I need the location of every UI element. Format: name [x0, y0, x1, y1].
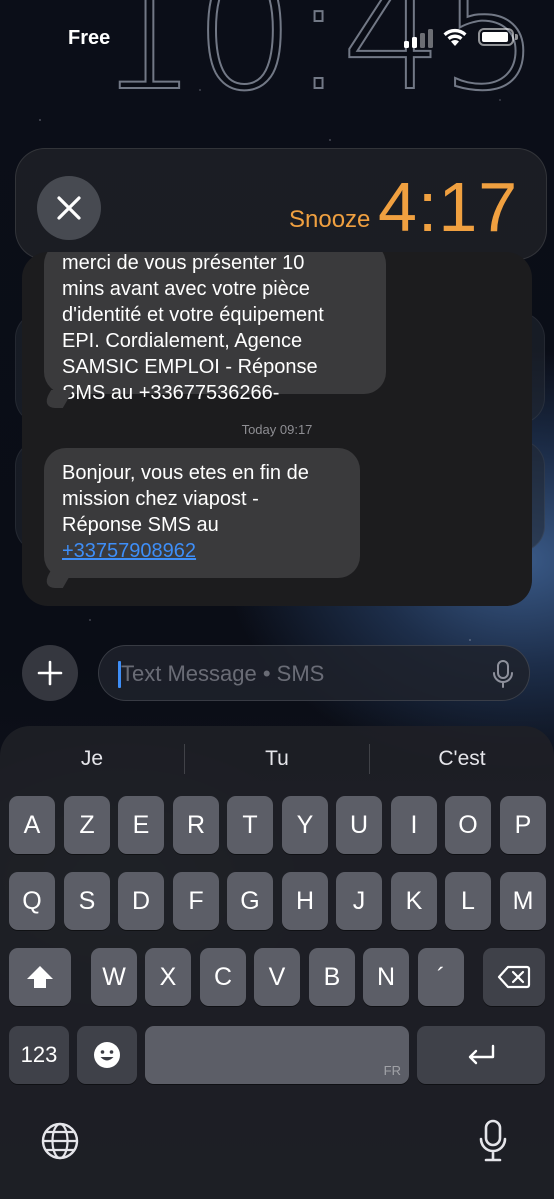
delete-key[interactable] — [483, 948, 545, 1006]
key[interactable]: P — [500, 796, 546, 854]
dictation-mic-icon[interactable] — [478, 1119, 508, 1163]
timer-countdown: 4:17 — [378, 168, 519, 246]
key[interactable]: M — [500, 872, 546, 930]
key[interactable]: X — [145, 948, 191, 1006]
emoji-key[interactable] — [77, 1026, 137, 1084]
message-line: SAMSIC EMPLOI - Réponse — [62, 356, 318, 378]
numbers-key[interactable]: 123 — [9, 1026, 69, 1084]
return-key[interactable] — [417, 1026, 545, 1084]
bubble-tail — [40, 570, 74, 588]
message-input[interactable]: Text Message • SMS — [98, 645, 530, 701]
suggestion-item[interactable]: Tu — [185, 742, 369, 776]
key[interactable]: A — [9, 796, 55, 854]
close-icon — [57, 196, 81, 220]
message-input-placeholder: Text Message • SMS — [121, 661, 325, 686]
delete-icon — [497, 965, 531, 989]
suggestion-item[interactable]: Je — [0, 742, 184, 776]
message-line: SMS au +33677536266- — [62, 382, 280, 404]
key[interactable]: U — [336, 796, 382, 854]
globe-icon[interactable] — [40, 1121, 80, 1161]
space-key[interactable]: FR — [145, 1026, 409, 1084]
message-line: Bonjour, vous etes en fin de — [62, 462, 309, 484]
message-bubble[interactable]: merci de vous présenter 10 mins avant av… — [44, 252, 386, 404]
key[interactable]: J — [336, 872, 382, 930]
key[interactable]: G — [227, 872, 273, 930]
shift-icon — [27, 966, 53, 988]
key[interactable]: R — [173, 796, 219, 854]
key[interactable]: K — [391, 872, 437, 930]
key[interactable]: ´ — [418, 948, 464, 1006]
return-icon — [468, 1044, 495, 1065]
add-attachment-button[interactable] — [22, 645, 78, 701]
snooze-button[interactable]: Snooze — [289, 206, 370, 234]
key[interactable]: L — [445, 872, 491, 930]
key[interactable]: Y — [282, 796, 328, 854]
suggestion-item[interactable]: C'est — [370, 742, 554, 776]
message-timestamp: Today 09:17 — [241, 422, 313, 437]
wifi-icon — [443, 28, 467, 46]
key[interactable]: W — [91, 948, 137, 1006]
key[interactable]: F — [173, 872, 219, 930]
signal-icon — [404, 26, 434, 48]
key[interactable]: T — [227, 796, 273, 854]
key[interactable]: Z — [64, 796, 110, 854]
key[interactable]: I — [391, 796, 437, 854]
message-line: d'identité et votre équipement — [62, 304, 324, 326]
keyboard-language-label: FR — [383, 1063, 401, 1078]
battery-icon — [478, 28, 518, 46]
carrier-label: Free — [68, 27, 111, 49]
key[interactable]: D — [118, 872, 164, 930]
mic-icon[interactable] — [492, 659, 514, 689]
message-thread: merci de vous présenter 10 mins avant av… — [22, 252, 532, 606]
close-button[interactable] — [37, 176, 101, 240]
key[interactable]: Q — [9, 872, 55, 930]
key[interactable]: S — [64, 872, 110, 930]
status-bar: Free — [0, 0, 554, 76]
message-line: EPI. Cordialement, Agence — [62, 330, 303, 352]
keyboard: Je Tu C'est A Z E R T Y U I O P Q S D F … — [0, 726, 554, 1199]
key[interactable]: V — [254, 948, 300, 1006]
shift-key[interactable] — [9, 948, 71, 1006]
key[interactable]: B — [309, 948, 355, 1006]
key[interactable]: C — [200, 948, 246, 1006]
message-line: mins avant avec votre pièce — [62, 278, 310, 300]
message-bubble[interactable]: Bonjour, vous etes en fin de mission che… — [44, 448, 360, 578]
key[interactable]: O — [445, 796, 491, 854]
message-line: Réponse SMS au — [62, 514, 219, 536]
key[interactable]: H — [282, 872, 328, 930]
message-line: merci de vous présenter 10 — [62, 252, 305, 274]
key[interactable]: E — [118, 796, 164, 854]
emoji-icon — [94, 1042, 120, 1068]
message-line: mission chez viapost - — [62, 488, 259, 510]
plus-icon — [37, 660, 63, 686]
key[interactable]: N — [363, 948, 409, 1006]
phone-number-link[interactable]: +33757908962 — [62, 540, 196, 562]
